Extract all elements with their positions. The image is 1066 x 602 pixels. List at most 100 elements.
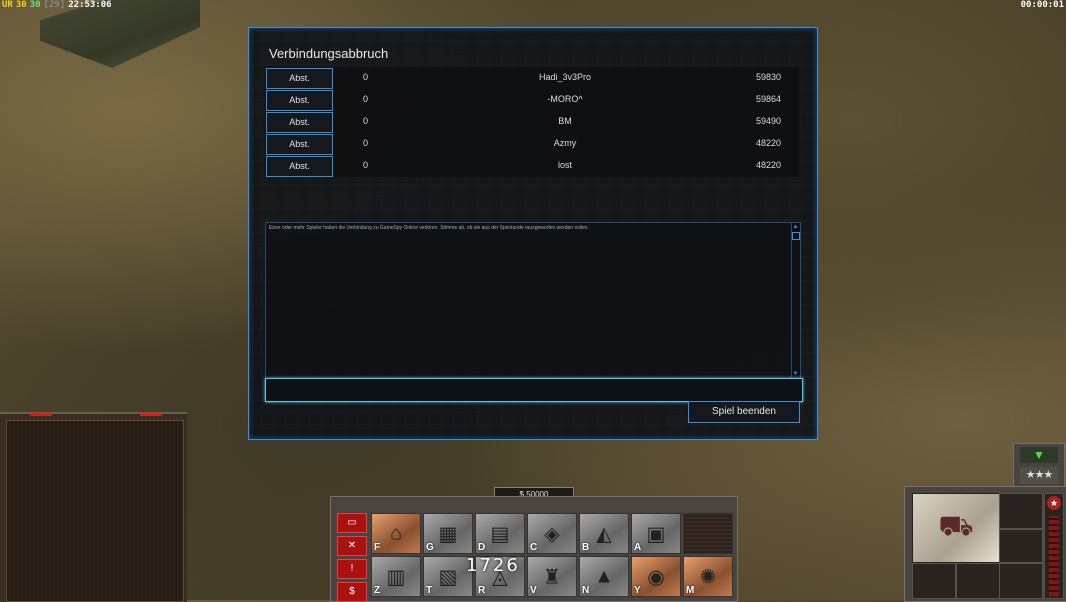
- player-row: Abst. 0 Hadi_3v3Pro 59830: [265, 67, 799, 89]
- build-slot[interactable]: ⌂ F: [371, 513, 421, 554]
- player-name: BM: [558, 116, 572, 126]
- build-slot[interactable]: ▦ G: [423, 513, 473, 554]
- hud-clock: 22:53:06: [68, 0, 112, 10]
- dozer-icon: ⛟: [938, 510, 974, 541]
- build-grid: ⌂ F ▦ G ▤ D ◈ C ◭ B ▣ A ▥ Z ▧ T ◬ R ♜ V ▲ N ◉ Y ✺ M: [371, 513, 733, 599]
- airfield-icon: ▥: [386, 566, 406, 588]
- unit-slot: [956, 563, 1000, 599]
- hud-faction: UR: [2, 0, 13, 10]
- disconnect-dialog: Verbindungsabbruch Abst. 0 Hadi_3v3Pro 5…: [248, 27, 818, 440]
- build-slot[interactable]: ◭ B: [579, 513, 629, 554]
- dialog-title: Verbindungsabbruch: [269, 46, 389, 61]
- repair-icon[interactable]: ✕: [337, 536, 367, 556]
- unit-slot: [912, 563, 956, 599]
- sell-icon[interactable]: $: [337, 582, 367, 602]
- hotkey-label: G: [426, 542, 434, 553]
- hotkey-label: T: [426, 585, 433, 596]
- unit-slot: [999, 493, 1043, 529]
- hotkey-label: F: [374, 542, 381, 553]
- kick-vote-button[interactable]: Abst.: [266, 68, 333, 89]
- hotkey-label: D: [478, 542, 486, 553]
- minimap[interactable]: [6, 420, 184, 602]
- unit-portrait[interactable]: ⛟: [912, 493, 1000, 563]
- toggle-panel: ▼ ★★★: [1013, 443, 1065, 489]
- power-plant-icon: ⌂: [389, 522, 403, 544]
- build-slot[interactable]: ▲ N: [579, 556, 629, 597]
- bunker-icon: ◭: [596, 523, 612, 545]
- player-table: Abst. 0 Hadi_3v3Pro 59830 Abst. 0 -MORO^…: [265, 67, 799, 177]
- build-slot[interactable]: ▣ A: [631, 513, 681, 554]
- player-ping: 59864: [755, 94, 781, 104]
- hud-stat-1: 30: [15, 0, 27, 10]
- message-log[interactable]: Einer oder mehr Spieler haben die Verbin…: [265, 222, 801, 379]
- chat-input[interactable]: [265, 378, 803, 402]
- hotkey-label: V: [530, 585, 537, 596]
- unit-slot: [999, 529, 1043, 563]
- kick-vote-button[interactable]: Abst.: [266, 90, 333, 111]
- hotkey-label: Z: [374, 585, 381, 596]
- barracks-icon: ▦: [438, 523, 458, 545]
- player-ping: 48220: [755, 138, 781, 148]
- hotkey-label: Y: [634, 585, 641, 596]
- base-building-sprite[interactable]: [40, 0, 200, 68]
- kick-vote-button[interactable]: Abst.: [266, 112, 333, 133]
- alert-icon[interactable]: !: [337, 559, 367, 579]
- general-stars-icon[interactable]: ★★★: [1020, 467, 1058, 484]
- command-side-buttons: ▭ ✕ ! $: [337, 513, 369, 602]
- command-bar: ▭ ✕ ! $ ⌂ F ▦ G ▤ D ◈ C ◭ B ▣ A ▥ Z ▧ T ◬ R ♜ V ▲ N…: [330, 496, 738, 602]
- superweapon-icon: ✺: [699, 566, 717, 588]
- war-factory-icon: ▣: [646, 523, 666, 545]
- hotkey-label: N: [582, 585, 590, 596]
- player-name: Hadi_3v3Pro: [538, 72, 592, 82]
- radar-indicator: [140, 413, 162, 416]
- player-ping: 59490: [755, 116, 781, 126]
- nuke-silo-icon: ◉: [647, 566, 665, 588]
- hud-timer: 00:00:01: [1020, 0, 1064, 10]
- player-name: Azmy: [553, 138, 577, 148]
- build-slot[interactable]: ◈ C: [527, 513, 577, 554]
- hotkey-label: B: [582, 542, 590, 553]
- build-slot[interactable]: ✺ M: [683, 556, 733, 597]
- scroll-thumb[interactable]: [792, 232, 800, 240]
- kick-vote-button[interactable]: Abst.: [266, 134, 333, 155]
- kick-vote-button[interactable]: Abst.: [266, 156, 333, 177]
- message-scrollbar[interactable]: ▲ ▼: [791, 223, 800, 378]
- player-votes: 0: [363, 116, 369, 126]
- player-votes: 0: [363, 160, 369, 170]
- player-row: Abst. 0 lost 48220: [265, 155, 799, 177]
- hotkey-label: C: [530, 542, 538, 553]
- unit-slot: [999, 563, 1043, 599]
- radar-indicator: [30, 413, 52, 416]
- player-ping: 48220: [755, 160, 781, 170]
- hud-stat-2: 30: [29, 0, 41, 10]
- player-votes: 0: [363, 138, 369, 148]
- hud-stat-3: [29]: [43, 0, 66, 10]
- command-center-icon: ◈: [544, 523, 560, 545]
- build-slot[interactable]: ▥ Z: [371, 556, 421, 597]
- hotkey-label: R: [478, 585, 486, 596]
- radar-panel: [0, 412, 187, 602]
- scroll-up-icon[interactable]: ▲: [792, 224, 799, 230]
- build-slot[interactable]: ▤ D: [475, 513, 525, 554]
- player-votes: 0: [363, 94, 369, 104]
- scroll-down-icon[interactable]: ▼: [792, 371, 799, 377]
- player-row: Abst. 0 Azmy 48220: [265, 133, 799, 155]
- rank-meter: ★: [1044, 493, 1064, 599]
- build-slot[interactable]: ◉ Y: [631, 556, 681, 597]
- star-icon: ★: [1047, 496, 1061, 510]
- build-slot[interactable]: ♜ V: [527, 556, 577, 597]
- player-name: lost: [557, 160, 572, 170]
- player-ping: 59830: [755, 72, 781, 82]
- gattling-icon: ♜: [543, 566, 561, 588]
- propaganda-icon: ▲: [594, 565, 614, 587]
- player-row: Abst. 0 BM 59490: [265, 111, 799, 133]
- player-name: -MORO^: [547, 94, 583, 104]
- options-icon[interactable]: ▭: [337, 513, 367, 533]
- command-overlay-text: 1726: [466, 555, 520, 576]
- hotkey-label: M: [686, 585, 695, 596]
- chevron-down-icon[interactable]: ▼: [1020, 447, 1058, 463]
- unit-panel: ⛟ ★: [904, 486, 1066, 602]
- supply-center-icon: ▤: [490, 523, 510, 545]
- quit-game-button[interactable]: Spiel beenden: [688, 401, 800, 423]
- hotkey-label: A: [634, 542, 642, 553]
